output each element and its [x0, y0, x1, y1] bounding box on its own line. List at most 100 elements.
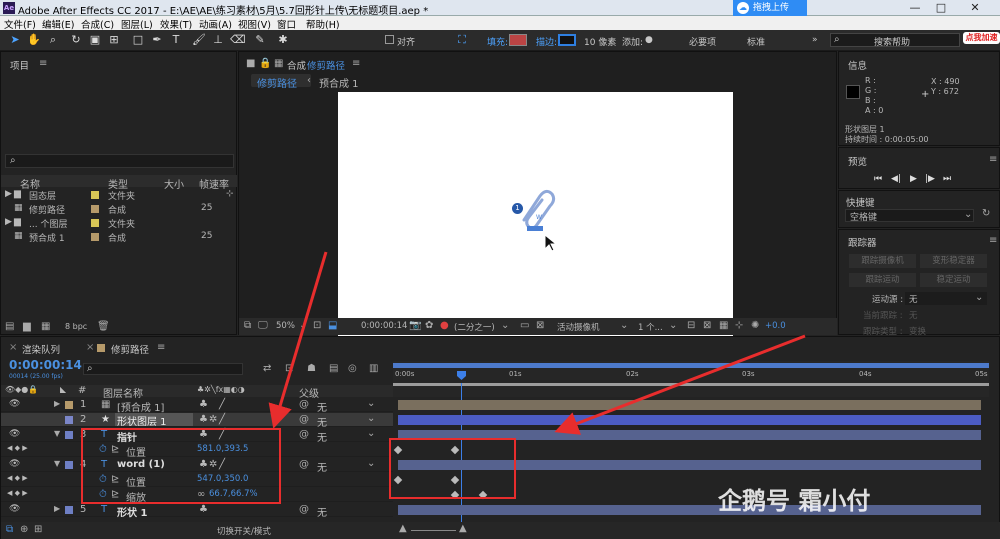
motion-source-dropdown[interactable]: 无 ⌄	[905, 292, 987, 305]
video-visibility-icon[interactable]: 👁	[9, 504, 20, 514]
hand-tool-icon[interactable]: ✋	[27, 33, 41, 47]
expand-arrow-icon[interactable]: ▶	[54, 399, 60, 408]
layer-row-selected[interactable]: 2 ★ 形状图层 1 ♣ ✲ ╱ @ 无 ⌄	[1, 413, 393, 429]
chevron-down-icon[interactable]: ⌄	[367, 428, 375, 439]
video-visibility-icon[interactable]: 👁	[9, 399, 20, 409]
snap-icon[interactable]: ⛶	[455, 33, 469, 47]
draft-3d-icon[interactable]: ⊡	[285, 363, 293, 374]
chevron-down-icon[interactable]: ⌄	[367, 398, 375, 409]
tab-render-queue[interactable]: 渲染队列	[22, 342, 60, 356]
selection-tool-icon[interactable]: ➤	[8, 33, 22, 47]
menu-help[interactable]: 帮助(H)	[306, 17, 340, 31]
grid-overlay-icon[interactable]: ⊡	[313, 320, 321, 331]
expand-arrow-icon[interactable]: ▶	[54, 504, 60, 513]
bpc-indicator[interactable]: 8 bpc	[65, 322, 87, 331]
info-panel-title[interactable]: 信息	[848, 58, 867, 72]
rotate-tool-icon[interactable]: ↻	[69, 33, 83, 47]
parent-value[interactable]: 无	[317, 459, 327, 474]
label-color[interactable]	[91, 191, 99, 199]
collapse-arrow-icon[interactable]: ▼	[54, 429, 60, 438]
panel-menu-icon[interactable]: ≡	[157, 342, 165, 353]
track-motion-button[interactable]: 跟踪运动	[849, 273, 916, 287]
shy-switch-icon[interactable]: ♣	[199, 414, 208, 425]
show-channel-icon[interactable]: ✿	[425, 320, 433, 331]
collapse-arrow-icon[interactable]: ▼	[54, 459, 60, 468]
video-visibility-icon[interactable]: 👁	[9, 429, 20, 439]
mask-visibility-icon[interactable]: ⬓	[328, 320, 337, 331]
minimize-button[interactable]: —	[903, 0, 927, 16]
layer-bar-precomp[interactable]	[398, 400, 981, 410]
project-item[interactable]: ▦ 修剪路径 合成 25	[1, 202, 237, 216]
collapse-switch-icon[interactable]: ✲	[209, 414, 217, 425]
project-panel-title[interactable]: 项目	[10, 58, 29, 72]
parent-value[interactable]: 无	[317, 399, 327, 414]
label-color[interactable]	[91, 205, 99, 213]
quality-switch-icon[interactable]: ╱	[219, 399, 225, 410]
pick-whip-icon[interactable]: @	[299, 414, 309, 425]
video-visibility-icon[interactable]: 👁	[9, 459, 20, 469]
flowchart-icon[interactable]: ⊹	[226, 189, 234, 199]
keyframe-navigator-icon[interactable]: ◀ ◆ ▶	[7, 489, 28, 497]
chevron-down-icon[interactable]: ⌄	[367, 458, 375, 469]
panel-menu-icon[interactable]: ≡	[989, 154, 997, 165]
playhead-handle-icon[interactable]	[457, 371, 466, 380]
eraser-tool-icon[interactable]: ⌫	[230, 33, 246, 47]
menu-animation[interactable]: 动画(A)	[199, 17, 232, 31]
trash-icon[interactable]: 🗑	[97, 321, 110, 332]
pick-whip-icon[interactable]: @	[299, 429, 309, 440]
menu-file[interactable]: 文件(F)	[4, 17, 36, 31]
layer-bar-shape1[interactable]	[398, 505, 981, 515]
pick-whip-icon[interactable]: @	[299, 399, 309, 410]
layer-label-color[interactable]	[65, 416, 73, 424]
comp-mini-flowchart-icon[interactable]: ⇄	[263, 363, 271, 374]
project-item[interactable]: ▶ ▆ 固态层 文件夹 ⊹	[1, 188, 237, 202]
add-label[interactable]: 添加:	[622, 35, 643, 48]
next-frame-icon[interactable]: |▶	[925, 174, 935, 184]
viewer-timecode[interactable]: 0:00:00:14	[361, 321, 407, 331]
layer-switches-pane-icon[interactable]: ⧉	[6, 524, 13, 535]
layer-label-color[interactable]	[65, 431, 73, 439]
puppet-pin-tool-icon[interactable]: ✱	[276, 33, 290, 47]
layer-label-color[interactable]	[65, 461, 73, 469]
expand-arrow-icon[interactable]: ▶	[5, 189, 12, 199]
pick-whip-icon[interactable]: @	[299, 504, 309, 515]
label-color[interactable]	[91, 219, 99, 227]
expand-arrow-icon[interactable]: ▶	[5, 217, 12, 227]
timeline-zoom-slider[interactable]	[411, 530, 456, 531]
pan-behind-tool-icon[interactable]: ⊞	[107, 33, 121, 47]
layer-label-color[interactable]	[65, 401, 73, 409]
menu-effect[interactable]: 效果(T)	[160, 17, 192, 31]
in-out-pane-icon[interactable]: ⊞	[34, 524, 42, 535]
time-ruler[interactable]: 0:00s 01s 02s 03s 04s 05s	[393, 361, 989, 397]
layer-label-color[interactable]	[65, 506, 73, 514]
quality-switch-icon[interactable]: ╱	[219, 414, 225, 425]
monitor-icon[interactable]: 🖵	[258, 320, 268, 331]
lock-icon[interactable]: 🔒	[259, 58, 271, 69]
panel-menu-icon[interactable]: ≡	[39, 58, 47, 69]
toggle-switches-modes[interactable]: 切换开关/模式	[217, 525, 271, 537]
last-frame-icon[interactable]: ⏭	[943, 174, 951, 184]
layer-name[interactable]: [预合成 1]	[117, 399, 164, 414]
menu-composition[interactable]: 合成(C)	[81, 17, 114, 31]
parent-value[interactable]: 无	[317, 414, 327, 429]
column-number[interactable]: #	[78, 385, 86, 396]
layer-name[interactable]: 形状图层 1	[115, 413, 193, 428]
shy-switch-icon[interactable]: ♣	[199, 504, 208, 515]
new-composition-icon[interactable]: ▦	[41, 321, 50, 332]
rectangle-tool-icon[interactable]: □	[131, 33, 145, 47]
exposure-value[interactable]: +0.0	[765, 321, 786, 331]
menu-edit[interactable]: 编辑(E)	[42, 17, 74, 31]
tracker-panel-title[interactable]: 跟踪器	[848, 235, 877, 249]
always-preview-icon[interactable]: ⧉	[244, 320, 251, 331]
project-item[interactable]: ▦ 预合成 1 合成 25	[1, 230, 237, 244]
fill-color-swatch[interactable]	[509, 34, 527, 46]
workspace-more-icon[interactable]: »	[812, 35, 818, 45]
project-item[interactable]: ▶ ▆ ... 个图层 文件夹	[1, 216, 237, 230]
parent-value[interactable]: 无	[317, 504, 327, 519]
chevron-down-icon[interactable]: ⌄	[299, 320, 307, 331]
layer-name[interactable]: 形状 1	[117, 504, 147, 519]
work-area-bar[interactable]	[393, 363, 989, 368]
pen-tool-icon[interactable]: ✒	[150, 33, 164, 47]
graph-editor-icon[interactable]: ▥	[369, 363, 378, 374]
resolution-dropdown[interactable]: (二分之一)	[454, 321, 495, 333]
